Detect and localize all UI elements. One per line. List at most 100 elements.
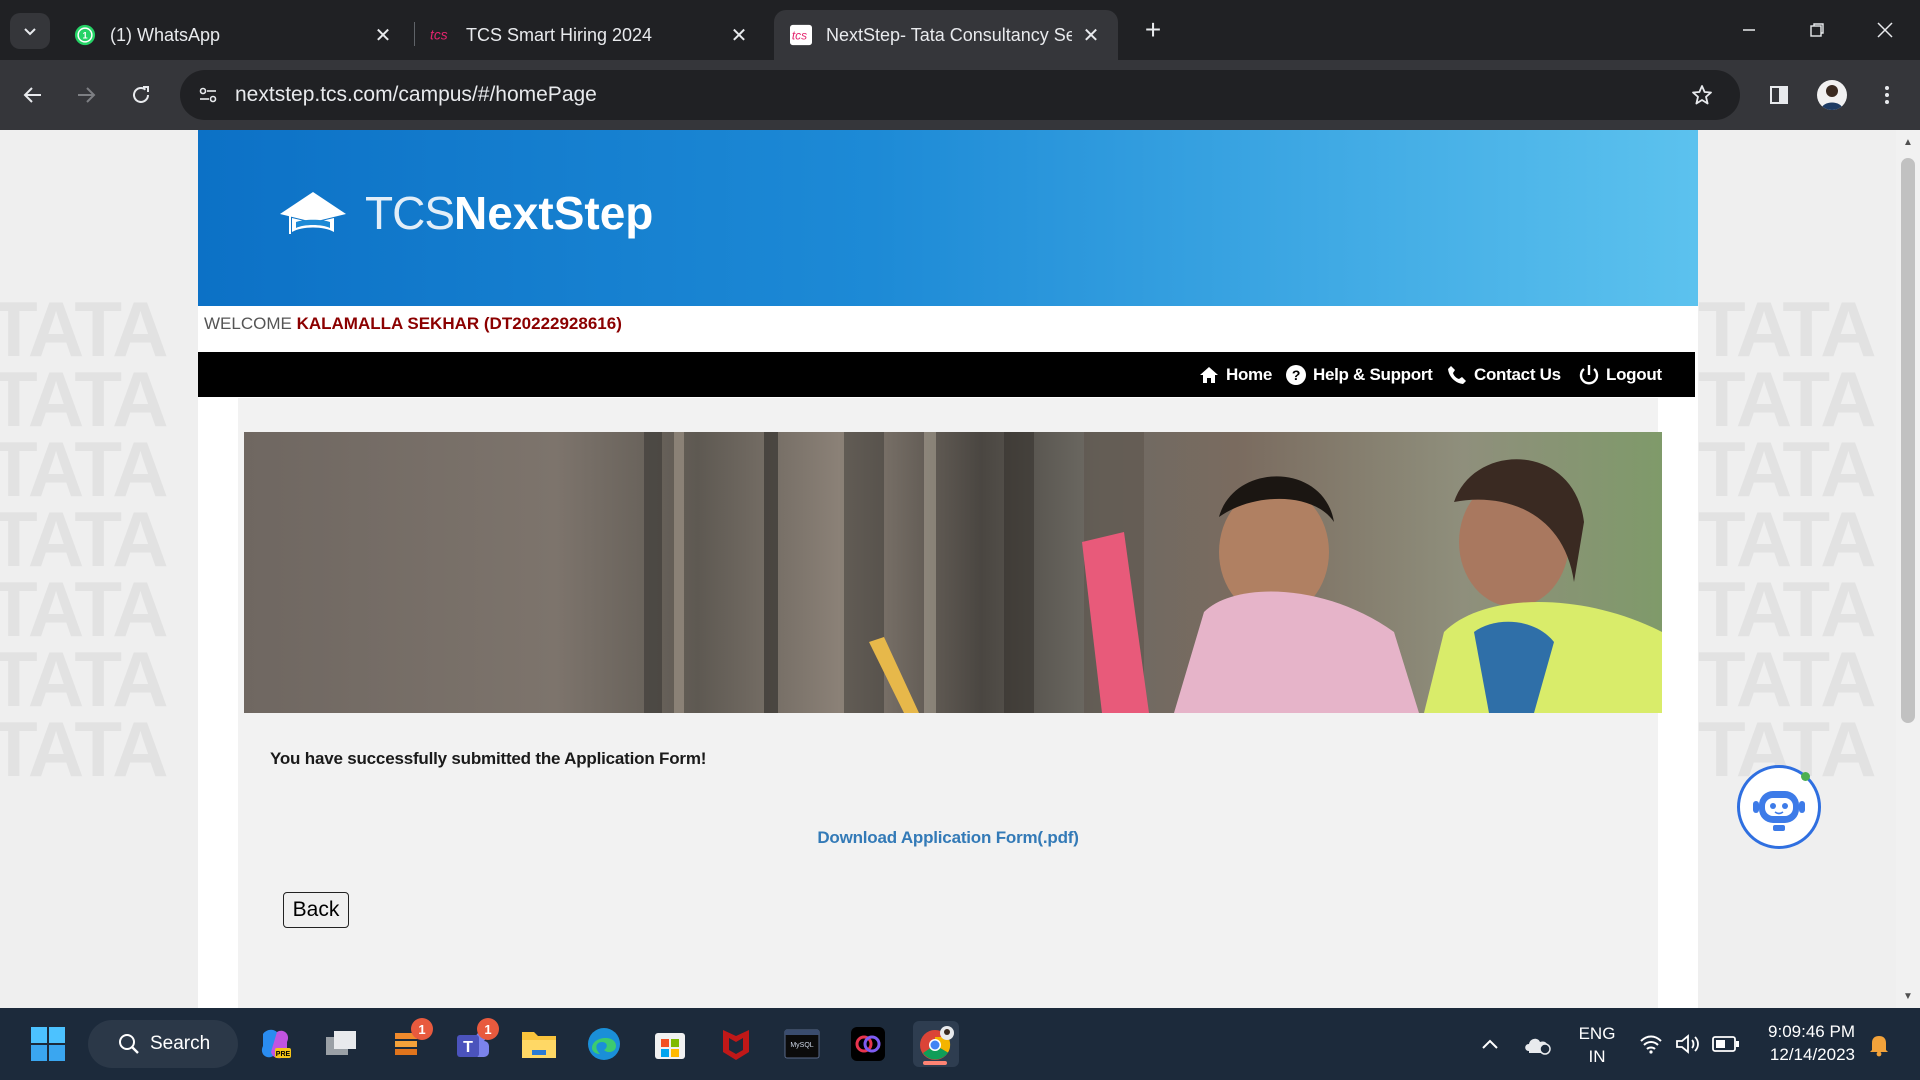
notification-bell-icon[interactable] [1866, 1032, 1892, 1058]
bookmark-star-icon[interactable] [1688, 81, 1716, 109]
restore-icon [1810, 23, 1824, 37]
content-panel: You have successfully submitted the Appl… [238, 398, 1662, 1008]
new-tab-button[interactable]: + [1137, 14, 1169, 46]
svg-text:tcs: tcs [430, 28, 448, 43]
welcome-user: KALAMALLA SEKHAR (DT20222928616) [296, 314, 622, 333]
restore-button[interactable] [1794, 10, 1840, 50]
start-button[interactable] [28, 1024, 68, 1064]
header-banner: TCSNextStep [198, 130, 1698, 306]
clock[interactable]: 9:09:46 PM 12/14/2023 [1755, 1020, 1855, 1066]
edge-browser-icon[interactable] [584, 1024, 624, 1064]
task-view-icon[interactable] [321, 1024, 361, 1064]
minimize-icon [1743, 29, 1755, 31]
browser-menu-button[interactable] [1866, 74, 1908, 116]
svg-text:T: T [463, 1039, 473, 1056]
reload-icon [133, 86, 149, 103]
onedrive-icon[interactable] [1522, 1030, 1554, 1058]
language-line-2: IN [1588, 1047, 1606, 1066]
scroll-down-icon[interactable]: ▼ [1902, 990, 1914, 1002]
site-info-icon[interactable] [194, 81, 222, 109]
back-button[interactable]: Back [283, 892, 349, 928]
download-application-link[interactable]: Download Application Form(.pdf) [238, 828, 1658, 848]
active-app-indicator [923, 1061, 947, 1065]
volume-icon[interactable] [1675, 1032, 1701, 1056]
mysql-workbench-icon[interactable]: MySQL [782, 1024, 822, 1064]
tab-title: (1) WhatsApp [110, 24, 221, 45]
profile-avatar[interactable] [1817, 80, 1847, 110]
side-panel-button[interactable] [1758, 74, 1800, 116]
svg-text:MySQL: MySQL [790, 1042, 813, 1049]
online-indicator [1801, 772, 1810, 781]
nav-home[interactable]: Home [1198, 362, 1272, 388]
nav-logout[interactable]: Logout [1578, 362, 1662, 388]
close-icon [1877, 22, 1893, 38]
mcafee-icon[interactable] [716, 1024, 756, 1064]
back-nav-button[interactable] [12, 74, 54, 116]
nav-help-support[interactable]: ? Help & Support [1285, 362, 1433, 388]
nav-help-label: Help & Support [1313, 365, 1433, 384]
taskbar-app-stack-icon[interactable]: 1 [387, 1018, 433, 1064]
tab-strip: 1 (1) WhatsApp ✕ tcs TCS Smart Hiring 20… [0, 0, 1920, 60]
success-message: You have successfully submitted the Appl… [270, 749, 707, 768]
graduation-cap-logo-icon [280, 192, 346, 234]
phone-icon [1446, 364, 1468, 386]
creative-cloud-icon[interactable] [848, 1024, 888, 1064]
address-bar[interactable]: nextstep.tcs.com/campus/#/homePage [180, 70, 1740, 120]
robot-icon [1753, 791, 1805, 831]
input-language-indicator[interactable]: ENG IN [1572, 1022, 1622, 1068]
windows-logo-icon [31, 1027, 65, 1061]
scroll-up-icon[interactable]: ▲ [1902, 136, 1914, 148]
nav-home-label: Home [1226, 365, 1273, 384]
scrollbar-thumb[interactable] [1901, 158, 1915, 723]
page-scrollbar[interactable]: ▲ ▼ [1896, 130, 1920, 1008]
help-icon: ? [1285, 364, 1307, 386]
close-tab-icon[interactable]: ✕ [728, 24, 750, 47]
battery-icon[interactable] [1711, 1032, 1741, 1056]
svg-text:?: ? [1292, 367, 1300, 383]
language-line-1: ENG [1578, 1024, 1616, 1043]
microsoft-store-icon[interactable] [650, 1024, 690, 1064]
clock-date: 12/14/2023 [1769, 1045, 1855, 1064]
taskbar-search[interactable]: Search [88, 1020, 238, 1068]
chevron-down-icon [24, 28, 36, 36]
file-explorer-icon[interactable] [519, 1024, 559, 1064]
minimize-button[interactable] [1726, 10, 1772, 50]
power-icon [1578, 364, 1600, 386]
chatbot-button[interactable] [1737, 765, 1821, 849]
reload-button[interactable] [120, 74, 162, 116]
tab-tcs-smart-hiring[interactable]: tcs TCS Smart Hiring 2024 ✕ [414, 10, 766, 60]
nextstep-logo: TCSNextStep [365, 186, 653, 240]
page-viewport: TATA TATA TATA TATA TATA TATA TATA TATA … [0, 130, 1896, 1008]
forward-nav-button[interactable] [65, 74, 107, 116]
show-hidden-icons-button[interactable] [1477, 1034, 1503, 1054]
hero-illustration [644, 432, 1662, 713]
close-window-button[interactable] [1862, 10, 1908, 50]
chevron-up-icon [1482, 1039, 1498, 1049]
tab-search-button[interactable] [10, 13, 50, 49]
tcs-icon: tcs [430, 24, 452, 46]
svg-text:tcs: tcs [792, 29, 807, 43]
search-label: Search [150, 1033, 211, 1054]
nav-contact-us[interactable]: Contact Us [1446, 362, 1561, 388]
hero-image [244, 432, 1662, 713]
wifi-icon[interactable] [1638, 1032, 1664, 1056]
page-container: TCSNextStep WELCOME KALAMALLA SEKHAR (DT… [198, 130, 1698, 1008]
nav-logout-label: Logout [1606, 365, 1662, 384]
close-tab-icon[interactable]: ✕ [1080, 24, 1102, 47]
logo-name: NextStep [454, 187, 654, 239]
notification-badge: 1 [477, 1018, 499, 1040]
url-text[interactable]: nextstep.tcs.com/campus/#/homePage [235, 83, 597, 107]
teams-icon[interactable]: T 1 [453, 1018, 499, 1064]
side-panel-icon [1770, 86, 1788, 104]
search-icon [118, 1033, 140, 1055]
tab-title: TCS Smart Hiring 2024 [466, 24, 653, 45]
copilot-icon[interactable]: PRE [255, 1024, 295, 1064]
arrow-right-icon [78, 87, 96, 103]
tab-whatsapp[interactable]: 1 (1) WhatsApp ✕ [58, 10, 410, 60]
tab-nextstep[interactable]: tcs NextStep- Tata Consultancy Ser ✕ [774, 10, 1118, 60]
tab-title: NextStep- Tata Consultancy Ser [826, 24, 1072, 45]
welcome-line: WELCOME KALAMALLA SEKHAR (DT20222928616) [204, 314, 622, 334]
close-tab-icon[interactable]: ✕ [372, 24, 394, 47]
arrow-left-icon [23, 87, 41, 103]
clock-time: 9:09:46 PM [1768, 1022, 1855, 1041]
